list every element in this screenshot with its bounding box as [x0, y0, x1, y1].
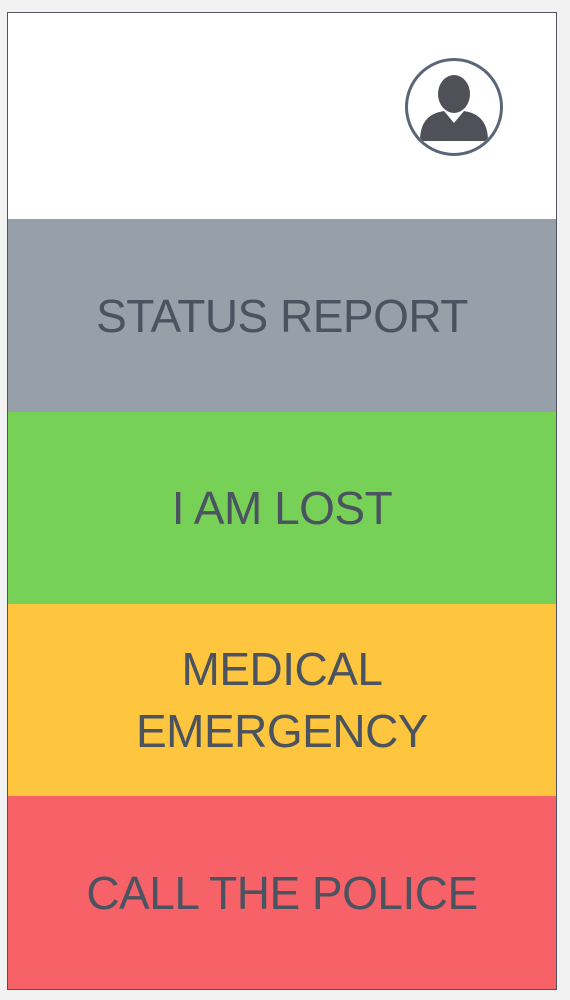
- i-am-lost-button[interactable]: I AM LOST: [8, 412, 556, 604]
- medical-emergency-label-line1: MEDICAL: [181, 643, 383, 695]
- status-report-button[interactable]: STATUS REPORT: [8, 219, 556, 412]
- medical-emergency-button[interactable]: MEDICAL EMERGENCY: [8, 604, 556, 796]
- medical-emergency-label-line2: EMERGENCY: [136, 705, 428, 757]
- phone-screen: STATUS REPORT I AM LOST MEDICAL EMERGENC…: [7, 12, 557, 990]
- user-avatar-icon: [420, 75, 488, 141]
- call-the-police-button[interactable]: CALL THE POLICE: [8, 796, 556, 989]
- user-avatar-button[interactable]: [405, 58, 503, 156]
- i-am-lost-label: I AM LOST: [171, 482, 393, 534]
- status-report-label: STATUS REPORT: [96, 289, 468, 342]
- app-header: [8, 13, 556, 219]
- call-the-police-label: CALL THE POLICE: [86, 866, 478, 919]
